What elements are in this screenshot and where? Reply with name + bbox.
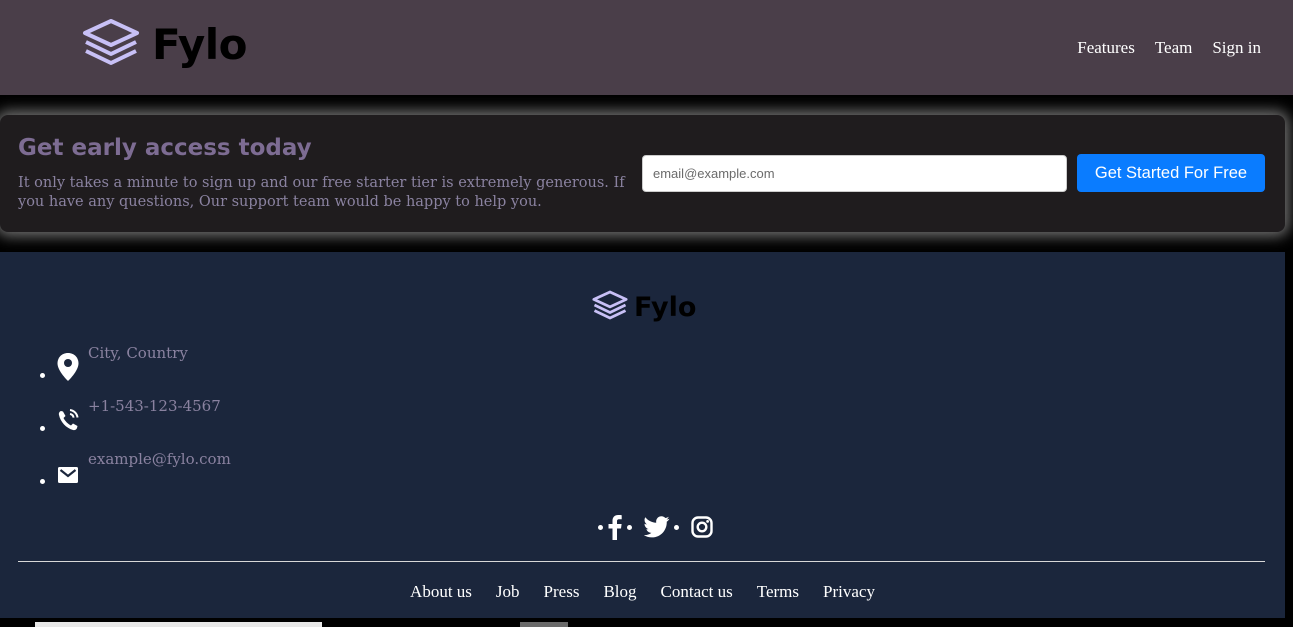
nav-link-team[interactable]: Team — [1155, 38, 1193, 58]
nav-link-features[interactable]: Features — [1077, 38, 1135, 58]
site-footer: Fylo City, Country +1-543-123-4567 examp… — [0, 252, 1285, 618]
footer-link-terms[interactable]: Terms — [757, 582, 799, 602]
footer-link-job[interactable]: Job — [496, 582, 520, 602]
brand-name: Fylo — [152, 19, 248, 69]
footer-nav: About us Job Press Blog Contact us Terms… — [0, 582, 1285, 602]
scrollbar-thumb[interactable] — [520, 622, 568, 627]
mail-icon — [56, 458, 80, 488]
list-bullet — [40, 426, 45, 431]
list-bullet — [40, 373, 45, 378]
contact-phone-text: +1-543-123-4567 — [88, 397, 221, 415]
get-started-button[interactable]: Get Started For Free — [1077, 154, 1265, 192]
main-nav: Features Team Sign in — [1077, 38, 1261, 58]
instagram-icon[interactable] — [691, 516, 713, 538]
cta-title: Get early access today — [18, 135, 312, 161]
footer-link-contact-us[interactable]: Contact us — [661, 582, 733, 602]
scrollbar-track[interactable] — [35, 622, 322, 627]
page-edge — [1285, 252, 1293, 618]
contact-email-text: example@fylo.com — [88, 450, 231, 468]
layers-icon — [82, 18, 140, 70]
horizontal-scrollbar[interactable] — [0, 618, 1293, 627]
email-input[interactable] — [642, 155, 1067, 192]
cta-description: It only takes a minute to sign up and ou… — [18, 175, 625, 210]
footer-logo[interactable]: Fylo — [592, 290, 696, 324]
footer-link-press[interactable]: Press — [544, 582, 580, 602]
footer-link-privacy[interactable]: Privacy — [823, 582, 875, 602]
footer-divider — [18, 561, 1265, 562]
twitter-icon[interactable] — [644, 516, 670, 538]
facebook-icon[interactable] — [607, 514, 623, 540]
location-pin-icon — [56, 352, 80, 382]
phone-icon — [56, 405, 80, 435]
site-header: Fylo Features Team Sign in — [0, 0, 1293, 95]
list-bullet — [40, 479, 45, 484]
brand-logo[interactable]: Fylo — [82, 18, 248, 70]
footer-brand-name: Fylo — [634, 291, 697, 323]
list-bullet — [674, 524, 679, 530]
list-bullet — [598, 524, 603, 530]
nav-link-sign-in[interactable]: Sign in — [1212, 38, 1261, 58]
contact-location-text: City, Country — [88, 344, 188, 362]
layers-icon — [592, 290, 628, 324]
list-bullet — [627, 524, 632, 530]
social-links — [594, 514, 713, 540]
footer-link-blog[interactable]: Blog — [603, 582, 636, 602]
footer-link-about-us[interactable]: About us — [410, 582, 472, 602]
early-access-card: Get early access today It only takes a m… — [0, 115, 1285, 232]
